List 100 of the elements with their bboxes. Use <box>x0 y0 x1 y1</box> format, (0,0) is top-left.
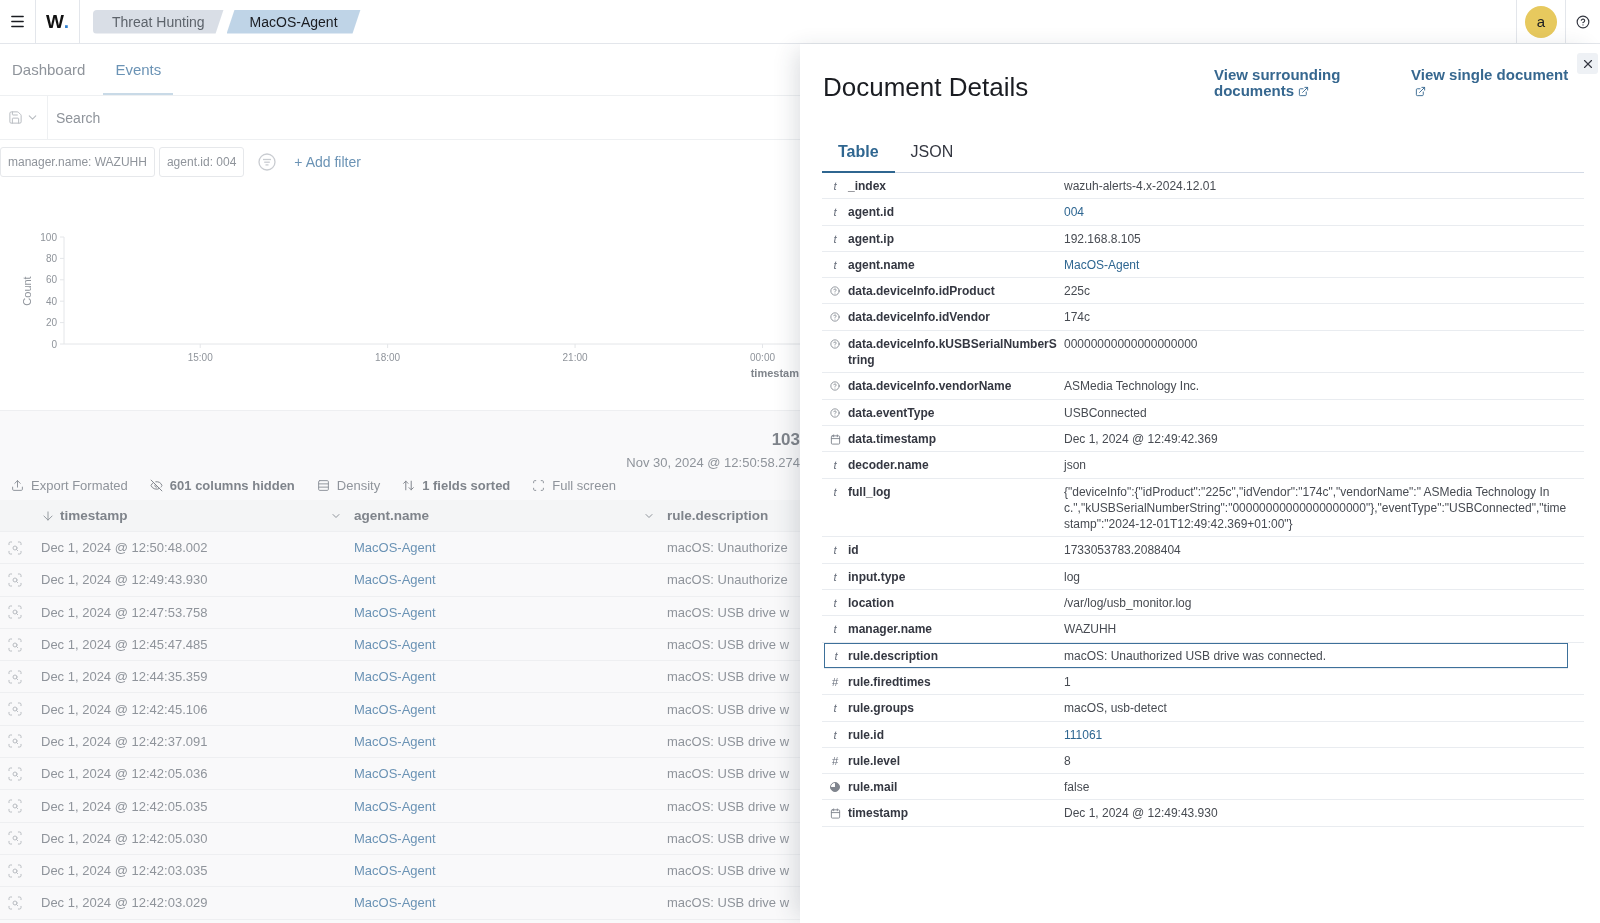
page-tab[interactable]: Dashboard <box>0 44 98 95</box>
document-link[interactable]: View single document <box>1411 67 1576 99</box>
field-type-marker: t <box>833 181 837 192</box>
field-row[interactable]: data.deviceInfo.idVendor 174c <box>822 304 1584 331</box>
agent-link[interactable]: MacOS-Agent <box>346 766 659 782</box>
agent-link[interactable]: MacOS-Agent <box>346 701 659 717</box>
field-row[interactable]: data.deviceInfo.vendorName ASMedia Technology Inc. <box>822 373 1584 400</box>
field-row[interactable]: t location /var/log/usb_monitor.log <box>822 590 1584 617</box>
table-cell-text: Dec 1, 2024 @ 12:49:43.930 <box>40 572 209 588</box>
field-row[interactable]: t agent.id 004 <box>822 199 1584 226</box>
toolbar-button[interactable]: 1 fields sorted <box>402 477 511 493</box>
agent-link[interactable]: MacOS-Agent <box>346 637 659 653</box>
agent-link[interactable]: MacOS-Agent <box>346 572 659 588</box>
field-value: {"deviceInfo":{"idProduct":"225c","idVendor":"174c","vendorName":" ASMedia Technology Inc.","kUSBSerialNumberString":"00000000000000000000"},"eventType":"USBConnected","timestamp":"2024-12-01T12:49:42.369+01:00"} <box>1064 483 1568 533</box>
inspect-icon[interactable] <box>7 571 23 588</box>
pie-circle-icon <box>830 782 840 793</box>
inspect-icon[interactable] <box>7 894 23 911</box>
menu-icon <box>9 13 26 30</box>
field-name: rule.firedtimes <box>848 673 932 691</box>
inspect-icon[interactable] <box>7 636 23 653</box>
agent-link[interactable]: MacOS-Agent <box>346 604 659 620</box>
breadcrumb[interactable]: MacOS-Agent <box>226 9 361 34</box>
inspect-icon[interactable] <box>7 862 23 879</box>
table-cell-text: Dec 1, 2024 @ 12:47:53.758 <box>40 604 209 620</box>
table-cell-text: macOS: USB drive w <box>666 701 791 717</box>
field-type-marker: t <box>833 233 837 245</box>
field-row[interactable]: data.deviceInfo.kUSBSerialNumberString 00000000000000000000 <box>822 330 1584 374</box>
agent-link[interactable]: MacOS-Agent <box>346 830 659 846</box>
inspect-icon[interactable] <box>7 701 23 718</box>
view-tab[interactable]: Table <box>822 131 895 173</box>
field-name: agent.ip <box>848 230 895 247</box>
search-field[interactable]: Search <box>48 96 800 139</box>
breadcrumb[interactable]: Threat Hunting <box>93 9 224 34</box>
field-row[interactable]: t rule.id 111061 <box>822 721 1584 748</box>
agent-link[interactable]: MacOS-Agent <box>346 733 659 749</box>
field-row[interactable]: t decoder.name json <box>822 452 1584 479</box>
field-type-marker: t <box>833 460 837 472</box>
field-value: 192.168.8.105 <box>1064 230 1142 247</box>
field-row[interactable]: timestamp Dec 1, 2024 @ 12:49:43.930 <box>822 800 1584 827</box>
field-row[interactable]: t rule.groups macOS, usb-detect <box>822 695 1584 722</box>
inspect-icon[interactable] <box>7 539 23 556</box>
field-row[interactable]: t input.type log <box>822 563 1584 591</box>
table-cell-text: Dec 1, 2024 @ 12:42:45.106 <box>40 701 209 717</box>
add-filter-button[interactable]: + Add filter <box>294 154 361 170</box>
field-row[interactable]: t rule.description macOS: Unauthorized USB drive was connected. <box>824 642 1568 669</box>
field-row[interactable]: data.timestamp Dec 1, 2024 @ 12:49:42.369 <box>822 425 1584 453</box>
field-name: rule.mail <box>848 779 899 796</box>
inspect-icon[interactable] <box>7 765 23 782</box>
field-value-link[interactable]: 111061 <box>1064 726 1584 743</box>
field-name: data.deviceInfo.idVendor <box>848 309 992 326</box>
field-name: location <box>848 595 895 612</box>
field-row[interactable]: t id 1733053783.2088404 <box>822 537 1584 564</box>
fullscreen-icon <box>532 478 546 492</box>
document-link[interactable]: View surrounding documents <box>1214 67 1354 99</box>
field-value: wazuh-alerts-4.x-2024.12.01 <box>1064 178 1218 195</box>
view-tab[interactable]: JSON <box>894 131 970 173</box>
field-row[interactable]: data.deviceInfo.idProduct 225c <box>822 278 1584 305</box>
filter-icon[interactable] <box>258 153 277 171</box>
field-name: _index <box>848 178 887 195</box>
field-row[interactable]: rule.mail false <box>822 774 1584 801</box>
table-cell-text: macOS: USB drive w <box>666 733 791 749</box>
agent-link[interactable]: MacOS-Agent <box>346 863 659 879</box>
field-value-link[interactable]: 004 <box>1064 204 1584 221</box>
toolbar-button[interactable]: 601 columns hidden <box>149 477 295 493</box>
page-tab[interactable]: Events <box>103 44 174 95</box>
help-icon <box>1576 14 1590 29</box>
field-value: ASMedia Technology Inc. <box>1064 378 1201 395</box>
inspect-icon[interactable] <box>7 830 23 847</box>
inspect-icon[interactable] <box>7 668 23 685</box>
field-value: Dec 1, 2024 @ 12:49:43.930 <box>1064 805 1219 822</box>
field-row[interactable]: t agent.name MacOS-Agent <box>822 251 1584 279</box>
column-header[interactable]: timestamp <box>33 500 346 531</box>
column-header[interactable]: agent.name <box>346 500 659 531</box>
user-avatar[interactable]: a <box>1525 5 1557 38</box>
field-name: data.deviceInfo.idProduct <box>848 283 996 300</box>
field-type-marker: t <box>833 571 837 583</box>
close-button[interactable] <box>1577 53 1598 74</box>
inspect-icon[interactable] <box>7 798 23 814</box>
filter-pill[interactable]: agent.id: 004 <box>158 147 245 177</box>
time-range: Nov 30, 2024 @ 12:50:58.274 <box>626 454 800 472</box>
agent-link[interactable]: MacOS-Agent <box>346 798 659 814</box>
inspect-icon[interactable] <box>7 733 23 750</box>
field-name: rule.groups <box>848 700 915 717</box>
field-row[interactable]: t manager.name WAZUHH <box>822 616 1584 643</box>
field-row[interactable]: # rule.firedtimes 1 <box>822 668 1584 696</box>
column-header[interactable]: rule.description <box>659 500 800 531</box>
inspect-icon[interactable] <box>7 604 23 621</box>
sort-icon <box>402 478 416 492</box>
filter-pill[interactable]: manager.name: WAZUHH <box>0 147 155 177</box>
agent-link[interactable]: MacOS-Agent <box>346 895 659 911</box>
agent-link[interactable]: MacOS-Agent <box>346 669 659 685</box>
x-tick-label: 00:00 <box>750 352 776 363</box>
field-row[interactable]: t agent.ip 192.168.8.105 <box>822 225 1584 252</box>
field-value-link[interactable]: MacOS-Agent <box>1064 256 1584 274</box>
question-circle-icon <box>830 407 840 418</box>
field-row[interactable]: data.eventType USBConnected <box>822 399 1584 426</box>
agent-link[interactable]: MacOS-Agent <box>346 540 659 556</box>
question-circle-icon <box>830 381 840 392</box>
field-row[interactable]: # rule.level 8 <box>822 747 1584 775</box>
field-row[interactable]: t _index wazuh-alerts-4.x-2024.12.01 <box>822 173 1584 200</box>
